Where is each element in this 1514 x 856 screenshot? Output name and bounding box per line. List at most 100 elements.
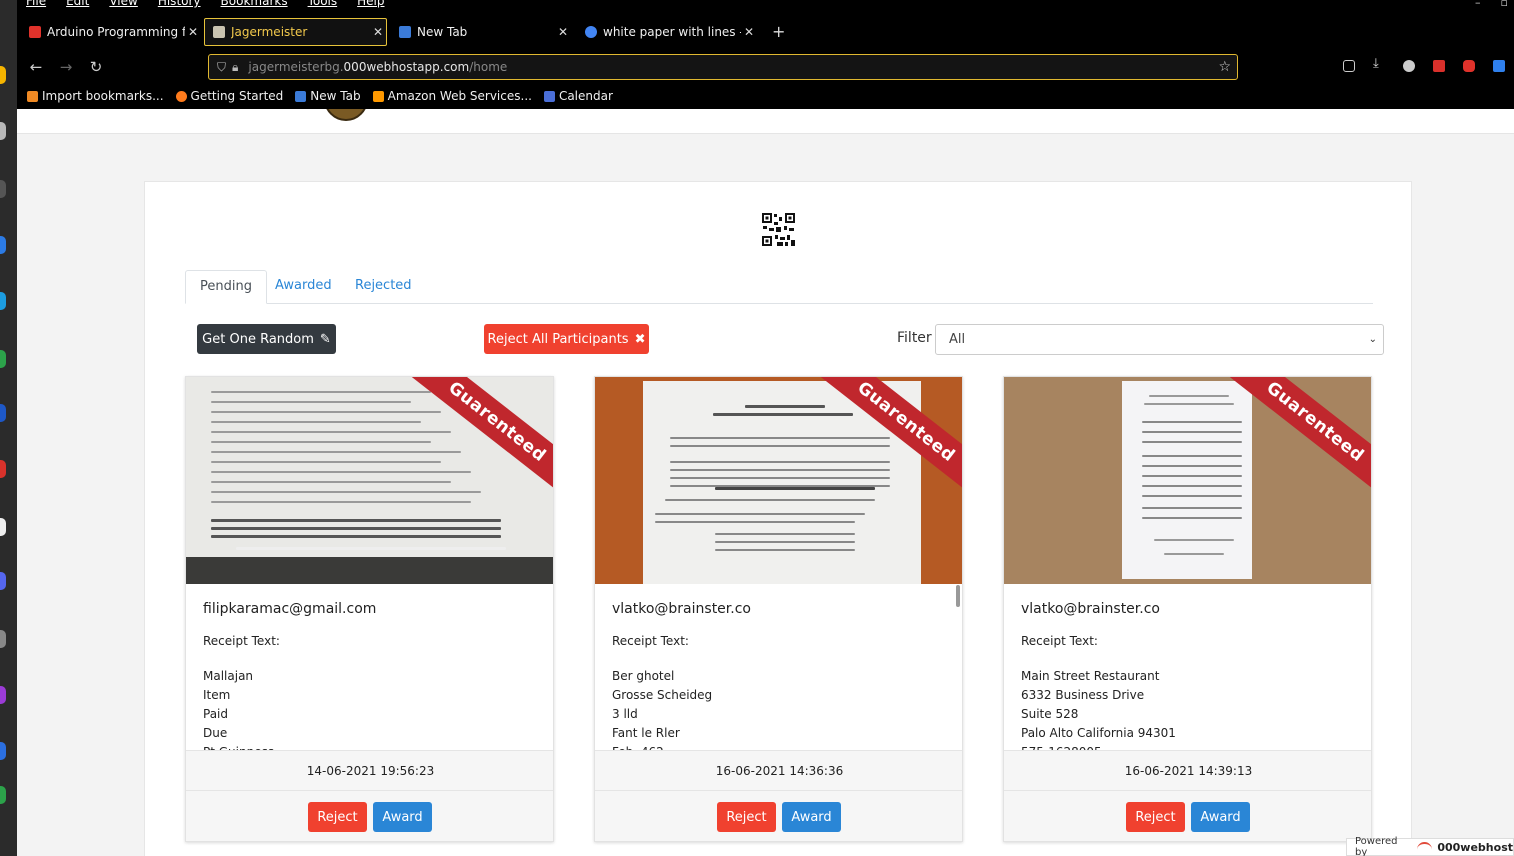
new-tab-plus-icon[interactable]: + — [772, 22, 785, 41]
dock-app-icon[interactable] — [0, 786, 6, 804]
download-icon[interactable]: ⤓ — [1373, 56, 1385, 71]
url-host: 000webhostapp.com — [343, 60, 470, 74]
award-button[interactable]: Award — [1191, 802, 1250, 832]
os-dock — [0, 0, 17, 856]
dock-app-icon[interactable] — [0, 66, 6, 84]
award-button[interactable]: Award — [373, 802, 432, 832]
close-tab-icon[interactable]: ✕ — [741, 25, 757, 39]
bookmark-new-tab[interactable]: New Tab — [295, 89, 361, 103]
receipt-text-content[interactable]: Mallajan Item Paid Due Pt Guinness — [203, 667, 533, 751]
receipt-line: Palo Alto California 94301 — [1021, 726, 1176, 740]
lock-icon[interactable]: 🔒︎ — [232, 60, 238, 75]
url-path: /home — [469, 60, 508, 74]
url-prefix: jagermeisterbg. — [248, 60, 344, 74]
receipt-line: Paid — [203, 707, 229, 721]
submission-date: 14-06-2021 19:56:23 — [186, 751, 553, 791]
browser-tab-newtab[interactable]: New Tab ✕ — [391, 18, 571, 46]
tab-rejected[interactable]: Rejected — [341, 270, 426, 304]
filter-label: Filter — [897, 330, 932, 346]
bookmark-aws[interactable]: Amazon Web Services... — [372, 89, 532, 103]
extension-icon[interactable] — [1463, 60, 1475, 72]
main-panel: Pending Awarded Rejected Get One Random … — [144, 181, 1412, 856]
dock-app-icon[interactable] — [0, 630, 6, 648]
participant-card: Guarenteed vlatko@brainster.co Receipt T… — [1003, 376, 1372, 842]
powered-brand: 000webhost — [1437, 840, 1513, 854]
menu-view[interactable]: View — [109, 0, 137, 8]
bookmark-label: Import bookmarks... — [42, 89, 164, 103]
menu-history[interactable]: History — [158, 0, 201, 8]
dock-app-icon[interactable] — [0, 404, 6, 422]
card-footer: 16-06-2021 14:39:13 Reject Award — [1004, 750, 1371, 841]
receipt-text-label: Receipt Text: — [203, 634, 280, 648]
reject-button[interactable]: Reject — [308, 802, 367, 832]
tab-pending[interactable]: Pending — [185, 270, 267, 304]
dock-app-icon[interactable] — [0, 292, 6, 310]
dock-app-icon[interactable] — [0, 518, 6, 536]
pocket-icon[interactable] — [1343, 60, 1355, 72]
menu-bookmarks[interactable]: Bookmarks — [221, 0, 288, 8]
card-footer: 14-06-2021 19:56:23 Reject Award — [186, 750, 553, 841]
web-page: Pending Awarded Rejected Get One Random … — [17, 109, 1514, 856]
reject-button[interactable]: Reject — [1126, 802, 1185, 832]
tab-title: Arduino Programming fo — [47, 25, 185, 39]
receipt-text-label: Receipt Text: — [612, 634, 689, 648]
extension-icon[interactable] — [1403, 60, 1415, 72]
extension-icon[interactable] — [1493, 60, 1505, 72]
browser-tab-arduino[interactable]: Arduino Programming fo ✕ — [21, 18, 201, 46]
dock-app-icon[interactable] — [0, 742, 6, 760]
bookmark-calendar[interactable]: Calendar — [543, 89, 613, 103]
participant-email: vlatko@brainster.co — [612, 601, 751, 617]
site-logo[interactable] — [324, 109, 368, 121]
address-bar[interactable]: ⛉ 🔒︎ jagermeisterbg. 000webhostapp.com/ho… — [208, 54, 1238, 80]
tab-bar: Arduino Programming fo ✕ Jagermeister ✕ … — [17, 18, 1514, 48]
reject-button[interactable]: Reject — [717, 802, 776, 832]
reject-all-label: Reject All Participants — [487, 331, 629, 347]
menu-help[interactable]: Help — [357, 0, 384, 8]
browser-tab-white-paper[interactable]: white paper with lines - G ✕ — [577, 18, 757, 46]
receipt-line: Mallajan — [203, 669, 254, 683]
shield-icon[interactable]: ⛉ — [217, 60, 226, 75]
tab-title: New Tab — [417, 25, 468, 39]
menu-tools[interactable]: Tools — [308, 0, 338, 8]
receipt-text-content[interactable]: Main Street Restaurant 6332 Business Dri… — [1021, 667, 1351, 751]
bookmark-label: New Tab — [310, 89, 361, 103]
bookmark-import[interactable]: Import bookmarks... — [27, 89, 164, 103]
scrollbar-thumb[interactable] — [956, 585, 960, 607]
dock-app-icon[interactable] — [0, 180, 6, 198]
dock-app-icon[interactable] — [0, 460, 6, 478]
dock-app-icon[interactable] — [0, 572, 6, 590]
tab-favicon-icon — [399, 26, 411, 38]
dock-app-icon[interactable] — [0, 686, 6, 704]
bookmark-getting-started[interactable]: Getting Started — [175, 89, 283, 103]
receipt-photo[interactable]: Guarenteed — [1004, 377, 1371, 584]
receipt-line: Suite 528 — [1021, 707, 1079, 721]
bookmark-star-icon[interactable]: ☆ — [1218, 59, 1231, 75]
get-one-random-button[interactable]: Get One Random ✎ — [197, 324, 336, 354]
dock-app-icon[interactable] — [0, 122, 6, 140]
close-tab-icon[interactable]: ✕ — [555, 25, 571, 39]
receipt-photo[interactable]: Guarenteed — [186, 377, 553, 584]
powered-by-badge[interactable]: Powered by 000webhost — [1346, 836, 1514, 856]
close-tab-icon[interactable]: ✕ — [185, 25, 201, 39]
filter-select[interactable]: All ⌄ — [935, 324, 1384, 355]
receipt-line: Due — [203, 726, 228, 740]
close-tab-icon[interactable]: ✕ — [370, 25, 386, 39]
status-tabs: Pending Awarded Rejected — [185, 270, 1373, 304]
dock-app-icon[interactable] — [0, 350, 6, 368]
menu-edit[interactable]: Edit — [66, 0, 89, 8]
menu-file[interactable]: File — [26, 0, 46, 8]
receipt-text-content[interactable]: Ber ghotel Grosse Scheideg 3 lld Fant le… — [612, 667, 942, 751]
reload-icon[interactable]: ↻ — [85, 58, 107, 76]
dock-app-icon[interactable] — [0, 236, 6, 254]
reject-all-participants-button[interactable]: Reject All Participants ✖ — [484, 324, 649, 354]
extension-icon[interactable] — [1433, 60, 1445, 72]
forward-arrow-icon[interactable]: → — [55, 58, 77, 76]
tab-awarded[interactable]: Awarded — [261, 270, 346, 304]
award-button[interactable]: Award — [782, 802, 841, 832]
google-favicon-icon — [585, 26, 597, 38]
back-arrow-icon[interactable]: ← — [25, 58, 47, 76]
receipt-photo[interactable]: Guarenteed — [595, 377, 962, 584]
restore-icon[interactable]: ▫ — [1501, 0, 1508, 9]
browser-tab-jagermeister[interactable]: Jagermeister ✕ — [204, 18, 387, 46]
minimize-icon[interactable]: – — [1475, 0, 1481, 9]
